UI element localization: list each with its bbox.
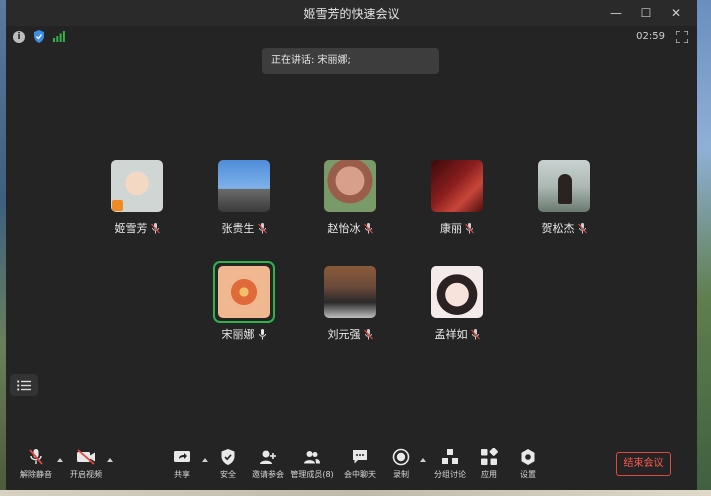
man-laptop-photo-icon bbox=[324, 266, 376, 318]
gear-icon bbox=[521, 449, 535, 465]
signal-strength-icon[interactable] bbox=[53, 31, 65, 42]
breakout-rooms-icon bbox=[442, 449, 458, 464]
participant-name: 康丽 bbox=[440, 222, 462, 235]
participant-name: 贺松杰 bbox=[541, 222, 575, 235]
mic-muted-icon bbox=[465, 222, 474, 233]
list-icon bbox=[17, 379, 31, 391]
minimize-button[interactable]: — bbox=[601, 2, 631, 24]
mic-muted-icon bbox=[577, 222, 587, 233]
desktop-taskbar-strip bbox=[0, 490, 711, 496]
add-user-icon bbox=[260, 450, 276, 464]
mic-muted-icon bbox=[257, 222, 267, 233]
video-options-caret-icon[interactable] bbox=[107, 458, 113, 462]
chat-icon bbox=[353, 450, 367, 464]
maximize-button[interactable]: ☐ bbox=[631, 2, 661, 24]
child-photo-icon bbox=[111, 160, 163, 212]
girl-portrait-photo-icon bbox=[431, 266, 483, 318]
invite-button[interactable]: 邀请参会 bbox=[244, 448, 292, 480]
mic-muted-icon bbox=[470, 328, 480, 339]
mic-muted-icon bbox=[150, 222, 160, 233]
apps-icon bbox=[481, 448, 498, 465]
window-title: 姬雪芳的快速会议 bbox=[303, 7, 400, 21]
bear-photo-icon bbox=[324, 160, 376, 212]
title-bar: 姬雪芳的快速会议 — ☐ ✕ bbox=[6, 0, 697, 26]
manage-participants-label: 管理成员(8) bbox=[290, 470, 334, 479]
participants-icon bbox=[304, 451, 320, 464]
shield-icon[interactable] bbox=[33, 30, 45, 43]
participant-name: 赵怡冰 bbox=[327, 222, 361, 235]
record-label: 录制 bbox=[393, 470, 409, 479]
settings-label: 设置 bbox=[520, 470, 536, 479]
participant-tile[interactable]: 赵怡冰 bbox=[310, 160, 390, 236]
desktop-background-right bbox=[697, 0, 711, 496]
red-portrait-photo-icon bbox=[431, 160, 483, 212]
sky-person-photo-icon bbox=[218, 160, 270, 212]
shield-icon bbox=[221, 449, 235, 465]
share-screen-icon bbox=[174, 451, 190, 462]
mic-muted-icon bbox=[29, 449, 43, 465]
meeting-toolbar: 解除静音 开启视频 共享 安全 邀请参会 管理成员(8) 会中聊天 录制 分组讨… bbox=[6, 446, 697, 490]
mic-muted-icon bbox=[363, 222, 373, 233]
participant-name: 孟祥如 bbox=[434, 328, 468, 341]
active-speaker-banner: 正在讲话: 宋丽娜; bbox=[262, 48, 439, 74]
start-video-button[interactable]: 开启视频 bbox=[62, 448, 110, 480]
close-button[interactable]: ✕ bbox=[661, 2, 691, 24]
participant-name: 姬雪芳 bbox=[114, 222, 148, 235]
meeting-timer: 02:59 bbox=[636, 31, 665, 42]
info-icon[interactable]: i bbox=[13, 31, 25, 43]
participant-tile[interactable]: 康丽 bbox=[417, 160, 497, 236]
participant-name: 张贵生 bbox=[221, 222, 255, 235]
flower-photo-icon bbox=[218, 266, 270, 318]
settings-button[interactable]: 设置 bbox=[504, 448, 552, 480]
share-label: 共享 bbox=[174, 470, 190, 479]
invite-label: 邀请参会 bbox=[252, 470, 284, 479]
record-icon bbox=[392, 448, 410, 466]
participant-tile[interactable]: 姬雪芳 bbox=[97, 160, 177, 236]
record-button[interactable]: 录制 bbox=[377, 448, 425, 480]
meeting-window: 姬雪芳的快速会议 — ☐ ✕ i 02:59 正在讲话: 宋丽娜; 姬雪芳 张贵… bbox=[6, 0, 697, 490]
participant-tile-active[interactable]: 宋丽娜 bbox=[204, 261, 284, 342]
participant-tile[interactable]: 刘元强 bbox=[310, 266, 390, 342]
share-button[interactable]: 共享 bbox=[158, 448, 206, 480]
unmute-label: 解除静音 bbox=[20, 470, 52, 479]
mic-muted-icon bbox=[363, 328, 373, 339]
participant-name: 宋丽娜 bbox=[221, 328, 255, 341]
start-video-label: 开启视频 bbox=[70, 470, 102, 479]
window-controls: — ☐ ✕ bbox=[601, 2, 691, 24]
meeting-status-bar: i 02:59 bbox=[6, 30, 697, 46]
participant-name: 刘元强 bbox=[327, 328, 361, 341]
manage-participants-button[interactable]: 管理成员(8) bbox=[288, 448, 336, 480]
participant-tile[interactable]: 贺松杰 bbox=[524, 160, 604, 236]
end-meeting-button[interactable]: 结束会议 bbox=[616, 452, 671, 476]
host-badge-icon bbox=[112, 200, 123, 211]
participant-list-toggle[interactable] bbox=[10, 374, 38, 396]
video-off-icon bbox=[77, 449, 95, 465]
participant-tile[interactable]: 张贵生 bbox=[204, 160, 284, 236]
participant-tile[interactable]: 孟祥如 bbox=[417, 266, 497, 342]
unmute-button[interactable]: 解除静音 bbox=[12, 448, 60, 480]
lakeside-photo-icon bbox=[538, 160, 590, 212]
mic-on-icon bbox=[258, 328, 266, 339]
fullscreen-icon[interactable] bbox=[676, 31, 688, 43]
